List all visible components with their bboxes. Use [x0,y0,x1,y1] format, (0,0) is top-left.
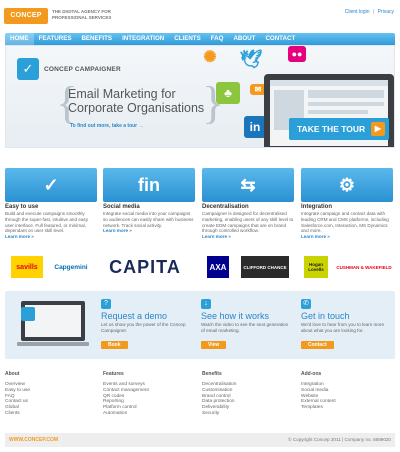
laptop-illustration-icon [17,301,89,346]
learn-more-link[interactable]: Learn more » [202,234,231,239]
nav-home[interactable]: HOME [5,33,34,45]
nav-features[interactable]: FEATURES [34,33,77,45]
client-logo-hogan-lovells: Hogan Lovells [304,256,328,278]
footer-link[interactable]: Templates [301,405,391,411]
feature-description: Integrate social media into your campaig… [103,211,194,228]
hero-title: Email Marketing for Corporate Organisati… [68,87,205,115]
linkedin-icon: in [244,116,266,138]
footer-col-heading: Features [103,371,124,377]
cta-title[interactable]: Get in touch [301,311,391,321]
hero-tour-link[interactable]: To find out more, take a tour → [70,123,144,129]
client-login-link[interactable]: Client login [345,9,370,15]
share-icon: ♣ [216,82,240,104]
twitter-icon: 🕊 [239,49,263,69]
feature-title: Integration [301,204,332,210]
hero-brand: CONCEP CAMPAIGNER [44,66,121,73]
view-button[interactable]: View [201,341,227,350]
download-icon: ↓ [201,299,211,309]
take-the-tour-button[interactable]: TAKE THE TOUR ▶ [289,118,389,140]
footer-col-heading: Benefits [202,371,222,377]
app-preview-panel [308,90,384,98]
concep-logo[interactable]: CONCEP [4,8,48,24]
network-icon: ✺ [203,49,217,66]
feature-description: Campaigner is designed for decentralised… [202,211,294,234]
copyright-text: © Copyright Concep 2011 | Company no. 56… [288,437,391,442]
cta-text: Let us show you the power of the Concep … [101,322,186,333]
main-nav: HOME FEATURES BENEFITS INTEGRATION CLIEN… [5,33,395,45]
phone-icon: ✆ [301,299,311,309]
social-graphic-icon[interactable]: fin [103,168,195,202]
gears-graphic-icon[interactable]: ⚙ [301,168,393,202]
footer-link[interactable]: Automation [103,411,193,417]
footer-website-link[interactable]: WWW.CONCEP.COM [9,437,58,443]
client-logo-capgemini: Capgemini [54,263,88,271]
client-logo-cushman-wakefield: CUSHMAN & WAKEFIELD [336,264,392,270]
client-logo-savills: savills [11,256,43,278]
client-logo-capita: CAPITA [109,256,181,277]
nav-about[interactable]: ABOUT [228,33,260,45]
app-preview-toolbar [270,80,388,86]
hero-banner: ✓ CONCEP CAMPAIGNER { } Email Marketing … [5,45,395,148]
cta-title[interactable]: See how it works [201,311,291,321]
nav-faq[interactable]: FAQ [206,33,229,45]
link-separator: | [372,9,375,15]
footer-link[interactable]: Security [202,411,292,417]
learn-more-link[interactable]: Learn more » [103,228,132,233]
cta-text: Watch the video to see the next generati… [201,322,289,333]
learn-more-link[interactable]: Learn more » [301,234,330,239]
app-preview-panel [308,102,384,106]
cta-text: We'd love to hear from you to learn more… [301,322,385,333]
flickr-icon: ●● [288,46,306,62]
cta-get-in-touch: ✆ Get in touch We'd love to hear from yo… [301,299,391,351]
arrow-right-icon: ▶ [371,122,385,136]
feature-title: Decentralisation [202,204,249,210]
feature-text: Build and execute campaigns smoothly thr… [5,211,97,240]
checkmark-graphic-icon[interactable]: ✓ [5,168,97,202]
footer-col-heading: About [5,371,20,377]
utility-links: Client login | Privacy [345,9,394,15]
site-header: CONCEP THE DIGITAL AGENCY FOR PROFESSION… [0,0,400,32]
feature-text: Campaigner is designed for decentralised… [202,211,294,240]
privacy-link[interactable]: Privacy [378,9,394,15]
nav-integration[interactable]: INTEGRATION [117,33,169,45]
nav-clients[interactable]: CLIENTS [169,33,205,45]
footer-col-about: About Overview Easy to use FAQ Contact u… [5,371,95,417]
learn-more-link[interactable]: Learn more » [5,234,34,239]
logo-tagline: THE DIGITAL AGENCY FOR PROFESSIONAL SERV… [52,9,112,20]
footer-col-benefits: Benefits Decentralisation Customisation … [202,371,292,417]
feature-title: Easy to use [5,204,39,210]
footer-bar: WWW.CONCEP.COM © Copyright Concep 2011 |… [5,433,395,447]
cta-request-demo: ? Request a demo Let us show you the pow… [101,299,191,351]
footer-col-heading: Add-ons [301,371,322,377]
client-logo-clifford-chance: CLIFFORD CHANCE [241,256,289,278]
client-logos: savills Capgemini CAPITA AXA CLIFFORD CH… [5,256,395,282]
cta-see-how: ↓ See how it works Watch the video to se… [201,299,291,351]
tour-button-label: TAKE THE TOUR [297,124,366,134]
client-logo-axa: AXA [207,256,229,278]
question-icon: ? [101,299,111,309]
cta-title[interactable]: Request a demo [101,311,191,321]
app-preview-panel [308,110,368,114]
feature-text: Integrate social media into your campaig… [103,211,195,234]
cta-band: ? Request a demo Let us show you the pow… [5,291,395,359]
feature-text: Integrate campaign and contact data with… [301,211,393,240]
feature-description: Build and execute campaigns smoothly thr… [5,211,88,234]
nav-contact[interactable]: CONTACT [260,33,300,45]
nav-benefits[interactable]: BENEFITS [76,33,117,45]
book-button[interactable]: Book [101,341,128,350]
contact-button[interactable]: Contact [301,341,334,350]
arrows-graphic-icon[interactable]: ⇆ [202,168,294,202]
footer-col-addons: Add-ons Integration Social media Website… [301,371,391,411]
feature-title: Social media [103,204,140,210]
feature-description: Integrate campaign and contact data with… [301,211,389,234]
footer-link[interactable]: Clients [5,411,95,417]
footer-col-features: Features Events and surveys Contact mana… [103,371,193,417]
campaigner-icon: ✓ [17,58,39,80]
